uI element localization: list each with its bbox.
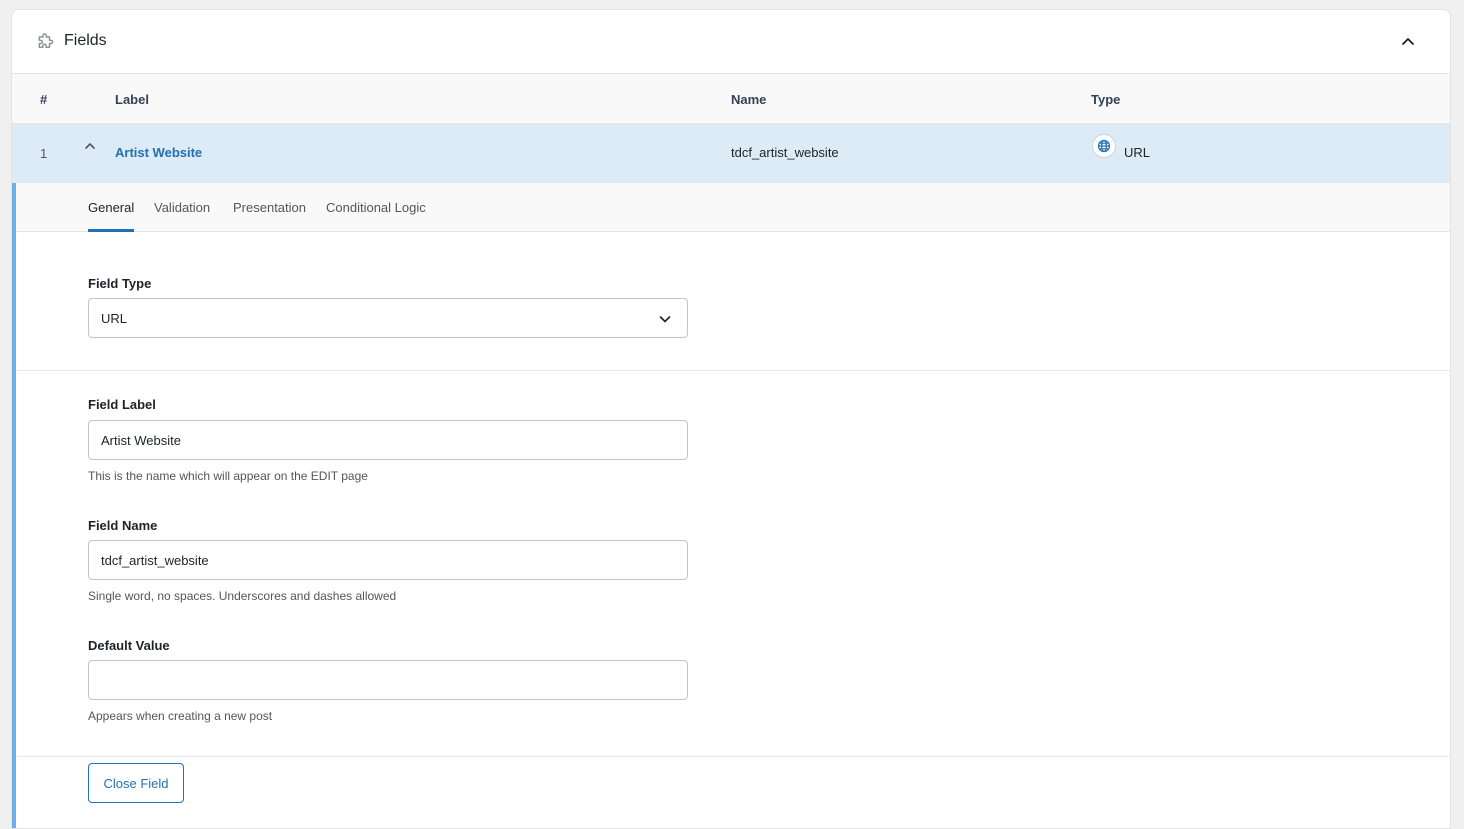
table-header: # Label Name Type <box>12 74 1450 124</box>
column-number: # <box>40 92 48 107</box>
chevron-up-icon <box>1402 38 1414 45</box>
field-name-value: tdcf_artist_website <box>731 145 839 160</box>
tab-conditional-logic[interactable]: Conditional Logic <box>326 200 426 229</box>
panel-title: Fields <box>64 32 107 49</box>
field-name-input[interactable] <box>88 540 688 580</box>
column-type: Type <box>1091 92 1121 107</box>
field-label-help: This is the name which will appear on th… <box>88 469 368 483</box>
field-type-value: URL <box>1124 145 1151 160</box>
panel-header: Fields <box>12 10 1450 74</box>
field-type-select[interactable]: URL <box>88 298 688 338</box>
field-label-link[interactable]: Artist Website <box>115 145 202 160</box>
fields-panel: Fields # Label Name Type 1 Artist Websit… <box>11 9 1451 829</box>
globe-icon <box>1092 134 1116 158</box>
field-label-input[interactable] <box>88 420 688 460</box>
editor-tabs: General Validation Presentation Conditio… <box>16 183 1450 232</box>
default-value-heading: Default Value <box>88 638 170 653</box>
tab-validation[interactable]: Validation <box>154 200 210 229</box>
tab-general[interactable]: General <box>88 200 135 232</box>
chevron-down-icon <box>657 311 673 327</box>
table-row[interactable]: 1 Artist Website tdcf_artist_website URL <box>12 124 1450 183</box>
default-value-input[interactable] <box>88 660 688 700</box>
puzzle-icon <box>36 32 56 52</box>
field-label-heading: Field Label <box>88 397 156 412</box>
section-divider <box>16 756 1450 757</box>
chevron-up-icon <box>85 143 95 149</box>
field-name-help: Single word, no spaces. Underscores and … <box>88 589 397 603</box>
collapse-panel-button[interactable] <box>1396 30 1420 54</box>
column-label: Label <box>115 92 149 107</box>
row-collapse-toggle[interactable] <box>81 137 99 155</box>
column-name: Name <box>731 92 767 107</box>
field-type-heading: Field Type <box>88 276 152 291</box>
field-editor: General Validation Presentation Conditio… <box>12 183 1450 828</box>
tab-presentation[interactable]: Presentation <box>233 200 306 229</box>
field-name-heading: Field Name <box>88 518 158 533</box>
row-number: 1 <box>40 146 48 161</box>
field-type-selected: URL <box>101 310 128 326</box>
default-value-help: Appears when creating a new post <box>88 709 273 723</box>
section-divider <box>16 370 1450 371</box>
close-field-button[interactable]: Close Field <box>88 763 184 803</box>
